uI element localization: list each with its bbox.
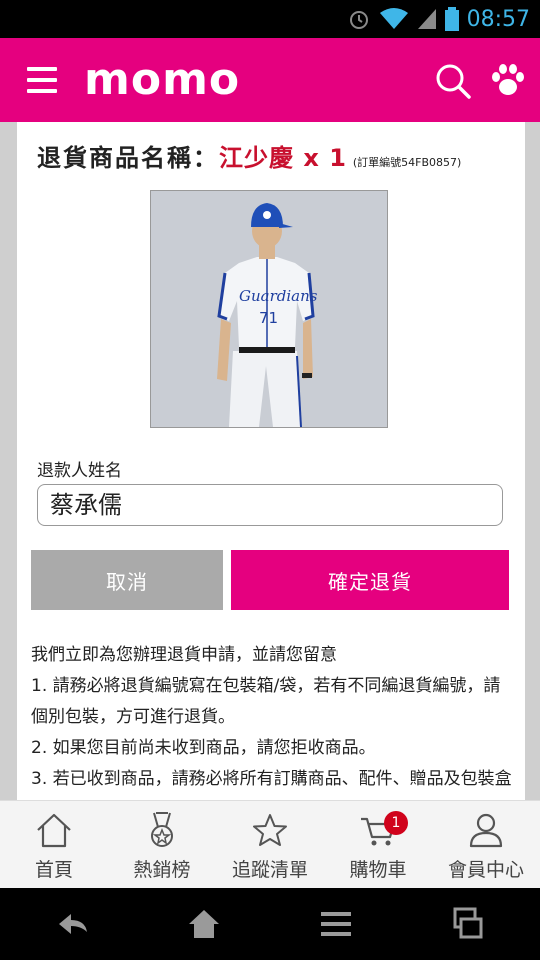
- alarm-icon: [349, 11, 368, 29]
- nav-member[interactable]: 會員中心: [432, 801, 540, 888]
- star-icon: [253, 814, 287, 846]
- nav-label: 會員中心: [447, 859, 524, 881]
- home-icon: [37, 813, 71, 848]
- search-icon[interactable]: [434, 62, 472, 100]
- refund-name-input[interactable]: 蔡承儒: [37, 484, 503, 526]
- person-icon: [469, 813, 503, 848]
- nav-label: 購物車: [349, 859, 407, 881]
- cancel-button[interactable]: 取消: [31, 550, 223, 610]
- medal-icon: [151, 812, 173, 847]
- app-header: momo: [0, 38, 540, 122]
- notice-line: 我們立即為您辦理退貨申請，並請您留意: [31, 645, 337, 665]
- nav-home[interactable]: 首頁: [0, 801, 108, 888]
- clock: 08:57: [466, 6, 530, 32]
- nav-watchlist[interactable]: 追蹤清單: [216, 801, 324, 888]
- confirm-return-button[interactable]: 確定退貨: [231, 550, 509, 610]
- return-dialog: 退貨商品名稱：江少慶 x 1 (訂單編號54FB0857) Guardians 7…: [17, 122, 525, 800]
- nav-label: 首頁: [34, 859, 73, 881]
- dialog-title: 退貨商品名稱：江少慶 x 1 (訂單編號54FB0857): [37, 138, 461, 173]
- refund-name-label: 退款人姓名: [37, 461, 122, 481]
- cart-count-badge: 1: [384, 811, 408, 835]
- momo-logo[interactable]: momo: [84, 56, 240, 104]
- notice-line: 2. 如果您目前尚未收到商品，請您拒收商品。: [31, 738, 376, 758]
- back-icon[interactable]: [55, 906, 91, 942]
- nav-bestsellers[interactable]: 熱銷榜: [108, 801, 216, 888]
- nav-label: 熱銷榜: [133, 859, 191, 881]
- battery-icon: [444, 7, 459, 31]
- paw-icon[interactable]: [490, 62, 526, 98]
- signal-icon: [417, 9, 436, 29]
- jersey-text: Guardians: [239, 287, 318, 305]
- order-number: (訂單編號54FB0857): [352, 156, 462, 169]
- return-notice: 我們立即為您辦理退貨申請，並請您留意 1. 請務必將退貨編號寫在包裝箱/袋，若有…: [31, 640, 515, 800]
- notice-line: 1. 請務必將退貨編號寫在包裝箱/袋，若有不同編退貨編號，請個別包裝，方可進行退…: [31, 676, 501, 727]
- status-bar: 08:57: [0, 0, 540, 38]
- system-nav-bar: [0, 888, 540, 960]
- product-photo: Guardians 71: [150, 190, 388, 428]
- bottom-nav: 首頁 熱銷榜 追蹤清單 1 購物車 會員中心: [0, 800, 540, 888]
- product-name: 江少慶 x 1: [219, 144, 347, 172]
- recent-apps-icon[interactable]: [450, 906, 486, 942]
- title-label: 退貨商品名稱：: [37, 144, 219, 172]
- nav-cart[interactable]: 1 購物車: [324, 801, 432, 888]
- menu-icon[interactable]: [27, 67, 57, 93]
- baseball-player-image: Guardians 71: [151, 191, 387, 427]
- wifi-icon: [379, 8, 408, 29]
- home-key-icon[interactable]: [186, 906, 222, 942]
- jersey-number: 71: [259, 309, 278, 327]
- menu-key-icon[interactable]: [318, 906, 354, 942]
- nav-label: 追蹤清單: [231, 859, 308, 881]
- notice-line: 3. 若已收到商品，請務必將所有訂購商品、配件、贈品及包裝盒完整置入原外裝箱中: [31, 769, 512, 789]
